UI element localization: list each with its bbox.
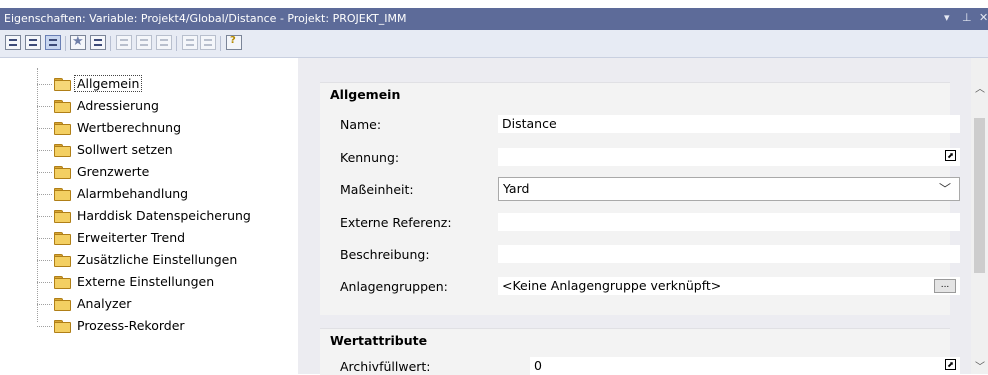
folder-icon — [54, 232, 71, 245]
number-field-icon[interactable] — [116, 35, 132, 50]
expand-all-icon[interactable] — [182, 35, 198, 50]
toolbar-separator — [65, 36, 66, 51]
unit-label: Maßeinheit: — [340, 182, 414, 197]
toolbar-separator — [176, 36, 177, 51]
property-tree: Allgemein Adressierung Wertberechnung So… — [0, 58, 288, 374]
archive-value: 0 — [534, 358, 542, 373]
text-field-icon[interactable] — [156, 35, 172, 50]
tree-item-label: Analyzer — [77, 296, 132, 311]
name-field[interactable]: Distance — [498, 115, 960, 133]
collapse-all-icon[interactable] — [200, 35, 216, 50]
help-icon[interactable]: ? — [226, 35, 242, 50]
page-view-icon[interactable] — [25, 35, 41, 50]
scroll-up-icon[interactable]: ︿ — [975, 80, 985, 95]
tree-item-label: Alarmbehandlung — [77, 186, 189, 201]
groups-value: <Keine Anlagengruppe verknüpft> — [502, 278, 722, 293]
kennung-field[interactable]: ⬈ — [498, 148, 960, 166]
folder-icon — [54, 298, 71, 311]
folder-icon — [54, 254, 71, 267]
folder-icon — [54, 188, 71, 201]
folder-icon — [54, 276, 71, 289]
dropdown-icon[interactable]: ▾ — [944, 11, 950, 24]
properties-list-icon[interactable] — [90, 35, 106, 50]
toolbar-separator — [110, 36, 111, 51]
archive-field[interactable]: 0 ⬈ — [530, 357, 960, 375]
window-top-edge — [0, 0, 988, 8]
archive-label: Archivfüllwert: — [340, 359, 431, 374]
tree-item-label: Prozess-Rekorder — [77, 318, 185, 333]
toolbar-separator — [220, 36, 221, 51]
unit-value: Yard — [503, 181, 530, 196]
categorized-view-icon[interactable] — [5, 35, 21, 50]
dropdown-field-icon[interactable] — [136, 35, 152, 50]
tree-item-label: Zusätzliche Einstellungen — [77, 252, 238, 267]
group-allgemein: Allgemein Name: Distance Kennung: ⬈ Maße… — [320, 82, 960, 315]
favorites-star-icon[interactable]: ★ — [70, 34, 86, 50]
panel-title: Eigenschaften: Variable: Projekt4/Global… — [4, 12, 407, 25]
tree-view-icon[interactable] — [45, 35, 61, 50]
scroll-thumb[interactable] — [974, 118, 985, 273]
tree-item-label: Wertberechnung — [77, 120, 182, 135]
pin-icon[interactable]: ⊥ — [962, 11, 972, 24]
tree-item-label: Adressierung — [77, 98, 159, 113]
kennung-label: Kennung: — [340, 150, 400, 165]
chevron-down-icon: ﹀ — [938, 182, 951, 196]
toolbar: ★ ? — [0, 30, 988, 58]
groups-field[interactable]: <Keine Anlagengruppe verknüpft> ... — [498, 277, 960, 295]
folder-icon — [54, 100, 71, 113]
extref-label: Externe Referenz: — [340, 215, 452, 230]
group-wertattribute: Wertattribute Archivfüllwert: 0 ⬈ — [320, 328, 960, 375]
folder-icon — [54, 210, 71, 223]
panel-title-bar: Eigenschaften: Variable: Projekt4/Global… — [0, 8, 988, 30]
folder-icon — [54, 122, 71, 135]
unit-select[interactable]: Yard ﹀ — [498, 177, 960, 201]
tree-item-label: Harddisk Datenspeicherung — [77, 208, 251, 223]
scroll-down-icon[interactable]: ﹀ — [975, 358, 985, 373]
folder-icon — [54, 166, 71, 179]
link-icon[interactable]: ⬈ — [945, 359, 956, 370]
tree-item-label: Allgemein — [74, 75, 143, 92]
link-icon[interactable]: ⬈ — [945, 150, 956, 161]
tree-item-label: Sollwert setzen — [77, 142, 173, 157]
group-title: Allgemein — [330, 87, 401, 102]
folder-open-icon — [54, 78, 71, 91]
groups-label: Anlagengruppen: — [340, 279, 448, 294]
browse-button[interactable]: ... — [934, 279, 956, 293]
tree-item-label: Erweiterter Trend — [77, 230, 186, 245]
extref-field[interactable] — [498, 213, 960, 231]
vertical-scrollbar[interactable]: ︿ ﹀ — [971, 58, 988, 374]
properties-panel: Allgemein Name: Distance Kennung: ⬈ Maße… — [298, 58, 971, 375]
folder-icon — [54, 144, 71, 157]
folder-icon — [54, 320, 71, 333]
tree-item-label: Grenzwerte — [77, 164, 150, 179]
tree-item-label: Externe Einstellungen — [77, 274, 215, 289]
name-label: Name: — [340, 117, 382, 132]
desc-label: Beschreibung: — [340, 247, 430, 262]
group-title: Wertattribute — [330, 333, 428, 348]
panel-splitter[interactable] — [288, 58, 298, 374]
close-icon[interactable]: ✕ — [979, 11, 988, 24]
desc-field[interactable] — [498, 245, 960, 263]
